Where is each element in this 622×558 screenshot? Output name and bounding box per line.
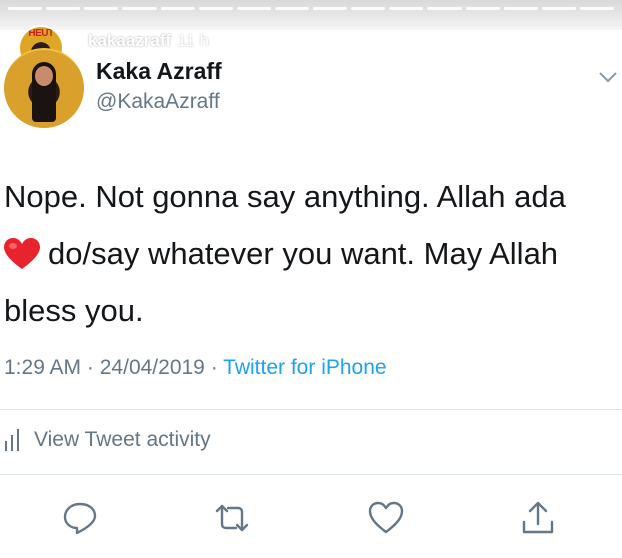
share-icon[interactable] bbox=[520, 500, 556, 536]
tweet-display-name[interactable]: Kaka Azraff bbox=[96, 58, 222, 85]
tweet-source-link[interactable]: Twitter for iPhone bbox=[223, 356, 386, 379]
tweet-text-line-2: do/say whatever you want. May Allah bbox=[48, 236, 559, 271]
tweet-avatar[interactable] bbox=[4, 48, 84, 128]
divider bbox=[0, 409, 622, 410]
tweet-text-line: Nope. Not gonna say anything. Allah ada bbox=[4, 179, 566, 214]
like-icon[interactable] bbox=[368, 500, 404, 536]
tweet-text-line: bless you. bbox=[4, 293, 144, 328]
heart-emoji-icon bbox=[4, 238, 40, 269]
view-tweet-activity[interactable]: View Tweet activity bbox=[4, 428, 211, 452]
story-progress-bar bbox=[8, 7, 614, 10]
meta-separator: · bbox=[210, 356, 218, 379]
meta-separator: · bbox=[86, 356, 94, 379]
activity-bars-icon bbox=[5, 429, 19, 451]
divider bbox=[0, 474, 622, 475]
tweet-date: 24/04/2019 bbox=[99, 356, 205, 379]
story-time: 11 h bbox=[177, 31, 209, 50]
tweet-text-line: do/say whatever you want. May Allah bbox=[4, 225, 614, 282]
tweet-time: 1:29 AM bbox=[4, 356, 82, 379]
reply-icon[interactable] bbox=[62, 500, 98, 536]
tweet-text: Nope. Not gonna say anything. Allah ada … bbox=[4, 168, 614, 339]
retweet-icon[interactable] bbox=[214, 500, 250, 536]
chevron-down-icon[interactable] bbox=[598, 70, 618, 84]
tweet-handle[interactable]: @KakaAzraff bbox=[96, 90, 220, 114]
story-avatar-text: HEUT bbox=[28, 28, 54, 39]
story-username[interactable]: kakaazraff bbox=[88, 31, 171, 51]
tweet-meta: 1:29 AM · 24/04/2019 · Twitter for iPhon… bbox=[4, 356, 387, 380]
view-tweet-activity-label: View Tweet activity bbox=[34, 428, 211, 451]
